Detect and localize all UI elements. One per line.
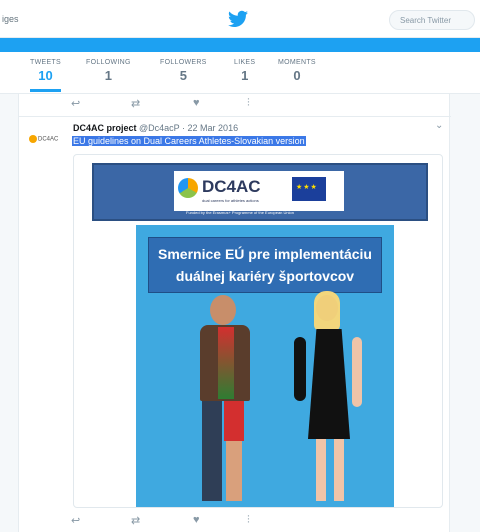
analytics-icon[interactable]: ⫶ [247, 97, 250, 110]
male-athlete-bare-leg [226, 441, 242, 501]
stat-label: MOMENTS [278, 59, 316, 66]
stat-value: 1 [241, 68, 249, 83]
tweet-image[interactable]: DC4AC dual careers for athletes actions … [73, 154, 443, 508]
stat-label: LIKES [234, 59, 256, 66]
stat-value: 1 [104, 68, 112, 83]
avatar[interactable]: DC4AC [29, 135, 65, 147]
poster: Smernice EÚ pre implementáciu duálnej ka… [136, 225, 394, 507]
left-gutter [0, 94, 14, 532]
profile-stats-bar: TWEETS 10 FOLLOWING 1 FOLLOWERS 5 LIKES … [0, 52, 480, 94]
nav-link-messages[interactable]: iges [2, 14, 19, 24]
female-athlete-arm [352, 337, 362, 407]
poster-title: Smernice EÚ pre implementáciu duálnej ka… [148, 237, 382, 293]
female-athlete-leg [316, 439, 326, 501]
tweet-timeline: ↩ ⇄ ♥ ⫶ DC4AC DC4AC project @Dc4acP · 22… [18, 94, 451, 532]
reply-icon[interactable]: ↩ [71, 514, 80, 527]
stat-label: FOLLOWERS [160, 59, 207, 66]
top-navigation-bar: iges Search Twitter [0, 0, 480, 38]
dc4ac-logo-icon [29, 135, 37, 143]
previous-tweet-actions: ↩ ⇄ ♥ ⫶ [71, 97, 291, 113]
stat-label: TWEETS [30, 59, 61, 66]
retweet-icon[interactable]: ⇄ [131, 514, 140, 527]
stat-followers[interactable]: FOLLOWERS 5 [160, 59, 207, 83]
stat-value: 10 [38, 68, 53, 83]
search-input[interactable]: Search Twitter [389, 10, 475, 30]
eu-flag-icon [292, 177, 326, 201]
logo-subtitle: dual careers for athletes actions [202, 198, 259, 203]
female-athlete-leg [334, 439, 344, 501]
stat-tweets[interactable]: TWEETS 10 [30, 59, 61, 92]
chevron-down-icon[interactable]: ⌄ [435, 120, 443, 131]
male-athlete-head [210, 295, 236, 325]
tweet-author-handle[interactable]: @Dc4acP [139, 123, 180, 133]
male-athlete-trouser-leg [202, 401, 222, 501]
twitter-bird-icon[interactable] [228, 10, 248, 28]
stat-label: FOLLOWING [86, 59, 131, 66]
stat-value: 5 [179, 68, 187, 83]
dc4ac-logo-icon [178, 178, 198, 198]
tweet-header: DC4AC project @Dc4acP · 22 Mar 2016 [73, 123, 238, 133]
male-athlete-shorts-leg [224, 401, 244, 441]
female-athlete-arm [294, 337, 306, 401]
female-athlete-figure [308, 329, 350, 439]
stat-likes[interactable]: LIKES 1 [234, 59, 255, 83]
reply-icon[interactable]: ↩ [71, 97, 80, 110]
funding-banner: DC4AC dual careers for athletes actions … [92, 163, 428, 221]
stat-value: 0 [293, 68, 301, 83]
heart-icon[interactable]: ♥ [193, 514, 200, 526]
analytics-icon[interactable]: ⫶ [247, 514, 250, 527]
tweet-text: EU guidelines on Dual Careers Athletes-S… [72, 136, 306, 146]
logo-text: DC4AC [202, 177, 261, 196]
tweet-date[interactable]: · 22 Mar 2016 [182, 123, 238, 133]
avatar-label: DC4AC [38, 136, 59, 143]
retweet-icon[interactable]: ⇄ [131, 97, 140, 110]
tweet-divider [19, 116, 451, 117]
funding-text: Funded by the Erasmus+ Programme of the … [186, 210, 294, 215]
stat-moments[interactable]: MOMENTS 0 [278, 59, 316, 83]
female-athlete-head [316, 295, 338, 321]
profile-header-banner [0, 38, 480, 52]
heart-icon[interactable]: ♥ [193, 97, 200, 109]
stat-following[interactable]: FOLLOWING 1 [86, 59, 131, 83]
male-athlete-shirt [218, 327, 234, 399]
tweet-author-name[interactable]: DC4AC project [73, 123, 137, 133]
tweet-actions: ↩ ⇄ ♥ ⫶ [71, 514, 291, 530]
